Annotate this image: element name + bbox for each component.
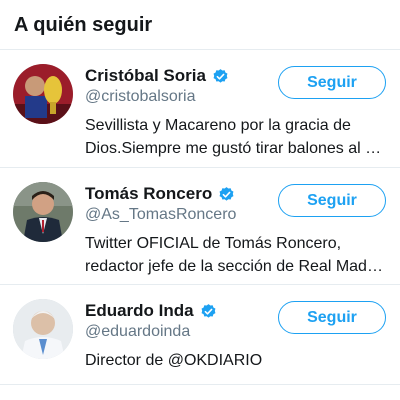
bio-line: Sevillista y Macareno por la gracia de [85, 117, 351, 134]
avatar[interactable] [13, 299, 73, 359]
bio-line: Director de @OKDIARIO [85, 352, 263, 369]
panel-title: A quién seguir [0, 0, 400, 50]
bio-line: Twitter OFICIAL de Tomás Roncero, [85, 235, 342, 252]
avatar[interactable] [13, 64, 73, 124]
bio-line: Dios.Siempre me gustó tirar balones al … [85, 140, 382, 157]
user-bio: Director de @OKDIARIO [85, 349, 385, 372]
follow-button[interactable]: Seguir [278, 301, 386, 334]
verified-badge-icon [218, 186, 235, 203]
user-name[interactable]: Eduardo Inda [85, 301, 194, 321]
avatar[interactable] [13, 182, 73, 242]
verified-badge-icon [212, 68, 229, 85]
user-suggestion[interactable]: Cristóbal Soria @cristobalsoria Sevillis… [0, 50, 400, 168]
follow-button[interactable]: Seguir [278, 66, 386, 99]
avatar-image [13, 182, 73, 242]
user-handle[interactable]: @cristobalsoria [85, 88, 196, 106]
verified-badge-icon [200, 303, 217, 320]
user-name[interactable]: Tomás Roncero [85, 184, 212, 204]
user-suggestion[interactable]: Tomás Roncero @As_TomasRoncero Twitter O… [0, 168, 400, 285]
who-to-follow-panel: A quién seguir Cristóbal Soria @cristoba… [0, 0, 400, 400]
avatar-image [13, 299, 73, 359]
user-handle[interactable]: @As_TomasRoncero [85, 206, 236, 224]
user-bio: Twitter OFICIAL de Tomás Roncero, redact… [85, 232, 385, 278]
user-handle[interactable]: @eduardoinda [85, 323, 190, 341]
user-suggestion[interactable]: Eduardo Inda @eduardoinda Director de @O… [0, 285, 400, 385]
user-bio: Sevillista y Macareno por la gracia de D… [85, 114, 385, 160]
follow-button[interactable]: Seguir [278, 184, 386, 217]
user-name-line: Eduardo Inda [85, 301, 217, 321]
user-name-line: Tomás Roncero [85, 184, 235, 204]
user-name[interactable]: Cristóbal Soria [85, 66, 206, 86]
bio-line: redactor jefe de la sección de Real Mad… [85, 258, 383, 275]
avatar-image [13, 64, 73, 124]
user-name-line: Cristóbal Soria [85, 66, 229, 86]
